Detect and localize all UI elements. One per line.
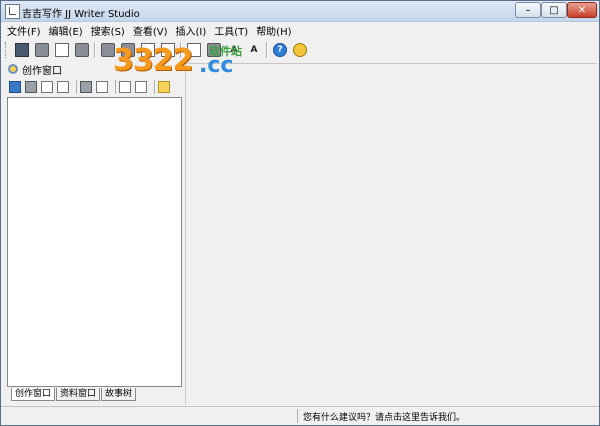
menu-help[interactable]: 帮助(H)	[256, 23, 291, 38]
undo-icon[interactable]	[101, 43, 115, 57]
copy-icon[interactable]	[161, 43, 175, 57]
bulb-icon[interactable]	[293, 43, 307, 57]
font-size-icon[interactable]: A	[247, 43, 261, 57]
panel-toolbar	[9, 79, 174, 95]
folder-icon[interactable]	[25, 81, 37, 93]
toolbar-grip[interactable]	[5, 42, 9, 58]
redo-icon[interactable]	[121, 43, 135, 57]
cut-icon[interactable]	[75, 43, 89, 57]
creation-panel: 创作窗口 创作窗口 资料窗口 故事树	[5, 61, 183, 405]
paste-icon[interactable]	[141, 43, 155, 57]
maximize-button[interactable]: □	[541, 2, 567, 18]
menu-tools[interactable]: 工具(T)	[214, 23, 248, 38]
help-icon[interactable]: ?	[273, 43, 287, 57]
menu-file[interactable]: 文件(F)	[7, 23, 41, 38]
app-icon[interactable]	[5, 4, 20, 19]
title-bar[interactable]: 吉吉写作 JJ Writer Studio – □ ✕	[1, 1, 599, 22]
tab-story-tree[interactable]: 故事树	[101, 388, 137, 401]
forward-icon[interactable]	[135, 81, 147, 93]
panel-title: 创作窗口	[22, 65, 62, 77]
panel-toolbar-separator	[76, 80, 77, 94]
tab-materials[interactable]: 资料窗口	[56, 388, 101, 401]
font-icon[interactable]: A	[227, 43, 241, 57]
menu-insert[interactable]: 插入(I)	[176, 23, 207, 38]
tree-view[interactable]	[7, 97, 182, 387]
toolbar-separator	[180, 42, 182, 58]
print-icon[interactable]	[35, 43, 49, 57]
window-title: 吉吉写作 JJ Writer Studio	[22, 9, 140, 20]
menu-bar: 文件(F) 编辑(E) 搜索(S) 查看(V) 插入(I) 工具(T) 帮助(H…	[1, 21, 599, 39]
panel-toolbar-separator	[115, 80, 116, 94]
panel-tabs: 创作窗口 资料窗口 故事树	[11, 388, 137, 401]
panel-header: 创作窗口	[5, 61, 183, 77]
menu-search[interactable]: 搜索(S)	[91, 23, 125, 38]
status-separator	[297, 409, 298, 423]
minimize-button[interactable]: –	[515, 2, 541, 18]
editor-area[interactable]	[185, 63, 597, 405]
toolbar-separator	[94, 42, 96, 58]
feedback-link[interactable]: 您有什么建议吗？请点击这里告诉我们。	[303, 410, 465, 423]
format-icon[interactable]	[187, 43, 201, 57]
save-icon[interactable]	[15, 43, 29, 57]
panel-icon	[8, 64, 18, 74]
move-up-icon[interactable]	[80, 81, 92, 93]
menu-edit[interactable]: 编辑(E)	[49, 23, 83, 38]
status-bar: 您有什么建议吗？请点击这里告诉我们。	[1, 406, 599, 425]
bookmark-icon[interactable]	[207, 43, 221, 57]
maximize-icon: □	[549, 4, 559, 16]
main-toolbar: A A ?	[5, 39, 595, 61]
close-icon: ✕	[577, 4, 587, 16]
delete-icon[interactable]	[57, 81, 69, 93]
minimize-icon: –	[525, 4, 531, 16]
new-item-icon[interactable]	[9, 81, 21, 93]
panel-toolbar-separator	[154, 80, 155, 94]
star-icon[interactable]	[158, 81, 170, 93]
move-down-icon[interactable]	[96, 81, 108, 93]
close-button[interactable]: ✕	[567, 2, 597, 18]
toolbar-separator	[266, 42, 268, 58]
menu-view[interactable]: 查看(V)	[133, 23, 168, 38]
back-icon[interactable]	[119, 81, 131, 93]
tab-creation[interactable]: 创作窗口	[11, 388, 56, 401]
document-icon[interactable]	[41, 81, 53, 93]
app-window: 吉吉写作 JJ Writer Studio – □ ✕ 文件(F) 编辑(E) …	[0, 0, 600, 426]
open-icon[interactable]	[55, 43, 69, 57]
